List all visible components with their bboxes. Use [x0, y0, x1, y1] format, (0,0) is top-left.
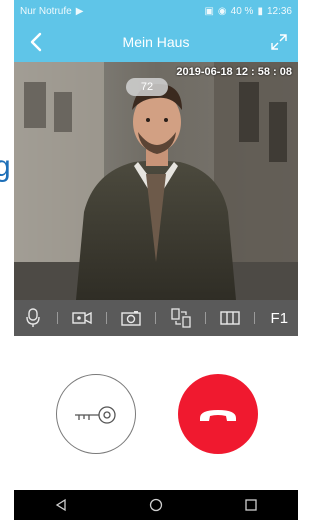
call-controls	[14, 336, 298, 490]
notification-icon: ▶	[75, 5, 84, 17]
phone-screen: Nur Notrufe ▶ ▣ ◉ 40 % ▮ 12:36 Mein Haus	[14, 0, 298, 520]
f1-button[interactable]: F1	[266, 305, 292, 331]
call-toolbar: F1	[14, 300, 298, 336]
nav-recents-button[interactable]	[241, 495, 261, 515]
battery-text: 40 %	[230, 5, 254, 17]
circle-home-icon	[149, 498, 163, 512]
square-recents-icon	[244, 499, 257, 511]
toolbar-divider	[56, 312, 58, 324]
status-bar: Nur Notrufe ▶ ▣ ◉ 40 % ▮ 12:36	[14, 0, 298, 22]
camera-icon	[121, 311, 141, 326]
carrier-text: Nur Notrufe	[20, 5, 72, 17]
hang-up-button[interactable]	[178, 374, 258, 454]
nav-home-button[interactable]	[146, 495, 166, 515]
toolbar-divider	[106, 312, 108, 324]
app-header: Mein Haus	[14, 22, 298, 62]
wifi-icon: ◉	[217, 5, 227, 17]
android-nav-bar	[14, 490, 298, 520]
unlock-door-button[interactable]	[56, 374, 136, 454]
background-text-fragment: g	[0, 150, 11, 183]
clock-text: 12:36	[266, 5, 292, 17]
microphone-icon	[25, 308, 40, 327]
toolbar-divider	[254, 312, 256, 324]
snapshot-button[interactable]	[118, 305, 144, 331]
video-image	[14, 62, 298, 300]
record-video-button[interactable]	[69, 305, 95, 331]
microphone-button[interactable]	[20, 305, 46, 331]
signal-icon: ▣	[204, 5, 214, 17]
fullscreen-icon[interactable]	[270, 33, 288, 51]
toolbar-divider	[204, 312, 206, 324]
video-counter-badge: 72	[126, 78, 168, 96]
nav-back-button[interactable]	[51, 495, 71, 515]
door-button[interactable]	[217, 305, 243, 331]
phone-hangup-icon	[200, 410, 236, 421]
video-timestamp: 2019-06-18 12 : 58 : 08	[176, 66, 292, 78]
page-title: Mein Haus	[122, 34, 190, 50]
switch-camera-button[interactable]	[168, 305, 194, 331]
camera-video-feed[interactable]: 2019-06-18 12 : 58 : 08 72	[14, 62, 298, 300]
left-margin: g	[0, 0, 14, 520]
battery-icon: ▮	[257, 5, 263, 17]
door-icon	[220, 311, 240, 325]
video-record-icon	[72, 311, 92, 325]
key-icon	[75, 406, 116, 424]
triangle-back-icon	[56, 498, 66, 512]
toolbar-divider	[155, 312, 157, 324]
switch-camera-icon	[170, 308, 191, 328]
right-margin	[298, 0, 310, 520]
